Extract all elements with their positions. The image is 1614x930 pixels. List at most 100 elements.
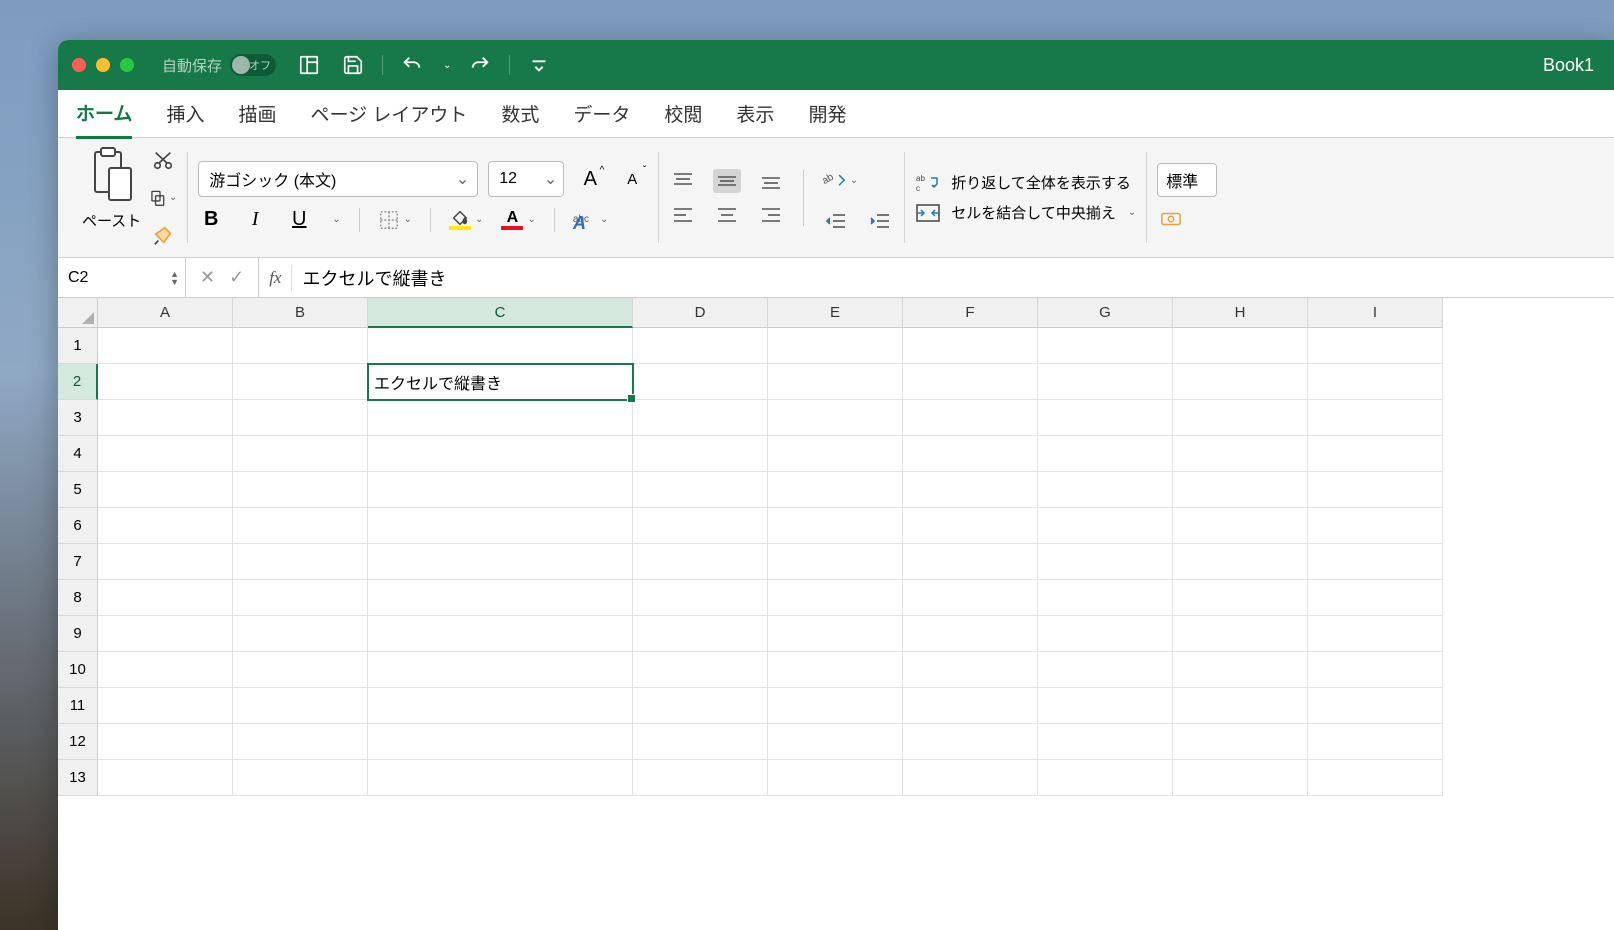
accounting-format-button[interactable] [1157,205,1185,233]
cell-D2[interactable] [633,364,768,400]
cell-I8[interactable] [1308,580,1443,616]
cell-H5[interactable] [1173,472,1308,508]
cell-C6[interactable] [368,508,633,544]
cell-G4[interactable] [1038,436,1173,472]
row-header-9[interactable]: 9 [58,616,98,652]
tab-home[interactable]: ホーム [76,89,132,139]
formula-input[interactable]: エクセルで縦書き [292,265,1614,291]
cell-G9[interactable] [1038,616,1173,652]
cell-E13[interactable] [768,760,903,796]
wrap-text-button[interactable]: abc 折り返して全体を表示する [915,172,1136,194]
cell-F1[interactable] [903,328,1038,364]
cell-B7[interactable] [233,544,368,580]
cell-H2[interactable] [1173,364,1308,400]
cell-E11[interactable] [768,688,903,724]
cell-F10[interactable] [903,652,1038,688]
column-header-B[interactable]: B [233,298,368,328]
cell-E6[interactable] [768,508,903,544]
cell-C13[interactable] [368,760,633,796]
fill-color-button[interactable]: ⌄ [449,210,483,230]
row-header-1[interactable]: 1 [58,328,98,364]
increase-font-size-button[interactable]: A^ [574,163,606,195]
cell-G8[interactable] [1038,580,1173,616]
tab-data[interactable]: データ [573,90,630,137]
tab-insert[interactable]: 挿入 [166,90,204,137]
cell-A10[interactable] [98,652,233,688]
cell-I12[interactable] [1308,724,1443,760]
row-header-6[interactable]: 6 [58,508,98,544]
align-center-button[interactable] [713,203,741,227]
select-all-corner[interactable] [58,298,98,328]
cell-E10[interactable] [768,652,903,688]
cell-G3[interactable] [1038,400,1173,436]
qat-customize-icon[interactable] [524,50,554,80]
cell-D3[interactable] [633,400,768,436]
cell-D5[interactable] [633,472,768,508]
cell-E9[interactable] [768,616,903,652]
cell-C4[interactable] [368,436,633,472]
increase-indent-button[interactable] [866,209,894,233]
cell-H6[interactable] [1173,508,1308,544]
cell-A5[interactable] [98,472,233,508]
cell-I7[interactable] [1308,544,1443,580]
column-header-H[interactable]: H [1173,298,1308,328]
cell-G6[interactable] [1038,508,1173,544]
cell-A6[interactable] [98,508,233,544]
column-header-C[interactable]: C [368,298,633,328]
cell-C2[interactable]: エクセルで縦書き [368,364,633,400]
cell-A7[interactable] [98,544,233,580]
cell-B11[interactable] [233,688,368,724]
row-header-10[interactable]: 10 [58,652,98,688]
tab-formulas[interactable]: 数式 [501,90,539,137]
cell-C12[interactable] [368,724,633,760]
cell-G1[interactable] [1038,328,1173,364]
cell-D10[interactable] [633,652,768,688]
italic-button[interactable]: I [242,208,268,231]
cell-C1[interactable] [368,328,633,364]
cell-E12[interactable] [768,724,903,760]
cell-I9[interactable] [1308,616,1443,652]
cell-G7[interactable] [1038,544,1173,580]
cell-E5[interactable] [768,472,903,508]
cell-B5[interactable] [233,472,368,508]
cell-B8[interactable] [233,580,368,616]
cell-I6[interactable] [1308,508,1443,544]
save-icon[interactable] [338,50,368,80]
cell-H7[interactable] [1173,544,1308,580]
cell-F2[interactable] [903,364,1038,400]
align-left-button[interactable] [669,203,697,227]
font-color-button[interactable]: A ⌄ [501,210,535,230]
redo-icon[interactable] [465,50,495,80]
cell-H8[interactable] [1173,580,1308,616]
cell-E7[interactable] [768,544,903,580]
paste-button[interactable] [89,146,135,204]
column-header-I[interactable]: I [1308,298,1443,328]
cell-F8[interactable] [903,580,1038,616]
cell-B1[interactable] [233,328,368,364]
cell-I1[interactable] [1308,328,1443,364]
cell-B12[interactable] [233,724,368,760]
cell-I3[interactable] [1308,400,1443,436]
row-header-7[interactable]: 7 [58,544,98,580]
cell-I2[interactable] [1308,364,1443,400]
cell-G10[interactable] [1038,652,1173,688]
cell-F7[interactable] [903,544,1038,580]
cell-G12[interactable] [1038,724,1173,760]
cell-H13[interactable] [1173,760,1308,796]
name-box-spinner[interactable]: ▲▼ [170,270,179,286]
row-header-5[interactable]: 5 [58,472,98,508]
row-header-8[interactable]: 8 [58,580,98,616]
cell-B2[interactable] [233,364,368,400]
cell-E8[interactable] [768,580,903,616]
cell-A2[interactable] [98,364,233,400]
cell-D12[interactable] [633,724,768,760]
cell-H3[interactable] [1173,400,1308,436]
copy-icon[interactable]: ⌄ [149,184,177,212]
align-right-button[interactable] [757,203,785,227]
borders-button[interactable]: ⌄ [378,209,412,231]
cell-D11[interactable] [633,688,768,724]
cell-I10[interactable] [1308,652,1443,688]
font-name-select[interactable]: 游ゴシック (本文) ⌄ [198,161,478,197]
cell-A9[interactable] [98,616,233,652]
cell-G11[interactable] [1038,688,1173,724]
